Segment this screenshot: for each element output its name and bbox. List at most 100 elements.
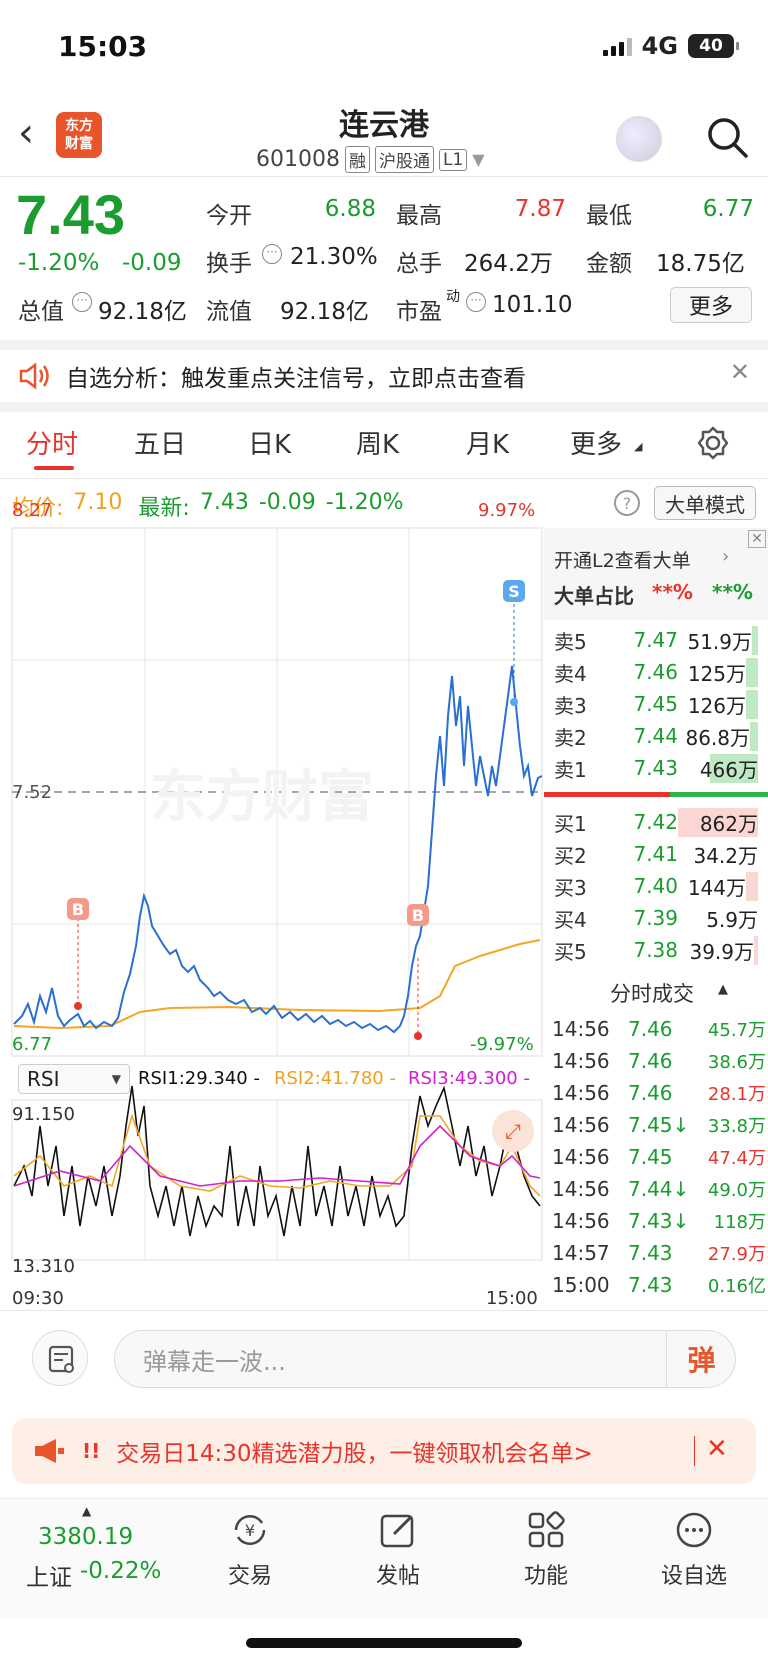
divider [0, 478, 768, 479]
tab-five-day[interactable]: 五日 [134, 424, 186, 461]
close-icon[interactable]: ✕ [748, 530, 766, 548]
stock-subtitle[interactable]: 601008 融 沪股通 L1 ▼ [256, 146, 485, 173]
latest-pct: -1.20% [325, 490, 404, 515]
sell-level-1: 卖1 7.43 466万 [554, 752, 764, 784]
tick-price: 7.43 [628, 1273, 673, 1297]
tick-time: 14:56 [552, 1145, 610, 1169]
low-value: 6.77 [702, 196, 754, 222]
tick-row: 14:56 7.46 28.1万 [552, 1076, 766, 1110]
signal-icon [602, 36, 632, 56]
analysis-alert[interactable]: 自选分析：触发重点关注信号，立即点击查看 [0, 340, 768, 412]
close-icon[interactable]: ✕ [706, 1434, 728, 1464]
index-value[interactable]: 3380.19 [38, 1524, 133, 1550]
change-pct: -1.20% [18, 250, 100, 276]
dropdown-icon[interactable]: ▼ [472, 150, 484, 169]
search-icon[interactable] [704, 114, 750, 160]
tick-row: 14:56 7.45 47.4万 [552, 1140, 766, 1174]
tick-volume: 45.7万 [707, 1020, 766, 1041]
sell-level-2: 卖2 7.44 86.8万 [554, 720, 764, 752]
chart-top-price: 8.27 [12, 500, 53, 521]
latest-value: 7.43 [199, 490, 249, 515]
nav-trade[interactable]: ¥ 交易 [190, 1508, 310, 1590]
tab-weekly-k[interactable]: 周K [356, 424, 399, 461]
tick-volume: 47.4万 [707, 1148, 766, 1169]
l2-open-text[interactable]: 开通L2查看大单 [554, 546, 691, 573]
info-icon[interactable]: ··· [262, 244, 282, 264]
pe-sup: 动 [446, 289, 460, 305]
tag-margin: 融 [344, 146, 370, 173]
close-icon[interactable]: ✕ [730, 358, 750, 386]
nav-functions[interactable]: 功能 [486, 1508, 606, 1590]
chart-mid-price: 7.52 [12, 782, 53, 803]
tab-more[interactable]: 更多 [570, 424, 622, 461]
more-button[interactable]: 更多 [670, 287, 752, 323]
pe-value: 101.10 [492, 292, 573, 318]
tab-intraday[interactable]: 分时 [26, 424, 78, 461]
edit-icon [380, 1514, 414, 1548]
danmu-button[interactable]: 弹 [666, 1330, 736, 1388]
tick-volume: 38.6万 [707, 1052, 766, 1073]
buy-power-bar [544, 792, 670, 797]
sell-level-3: 卖3 7.45 126万 [554, 688, 764, 720]
tick-time: 14:56 [552, 1113, 610, 1137]
nav-watchlist[interactable]: 设自选 [634, 1508, 754, 1590]
more-dots-icon [676, 1512, 712, 1548]
tick-row: 15:00 7.43 0.16亿 [552, 1268, 766, 1302]
ticks-title[interactable]: 分时成交 [610, 978, 694, 1008]
nav-post[interactable]: 发帖 [338, 1508, 458, 1590]
rsi1-value: RSI1:29.340 - [138, 1068, 260, 1089]
sell-marker[interactable]: S [508, 582, 520, 601]
tick-time: 14:56 [552, 1209, 610, 1233]
tick-volume: 33.8万 [707, 1116, 766, 1137]
big-order-mode-button[interactable]: 大单模式 [654, 486, 756, 520]
info-icon[interactable]: ··· [72, 292, 92, 312]
help-icon[interactable]: ? [614, 490, 640, 516]
intraday-chart[interactable]: 东方财富 B B S [0, 526, 548, 1278]
float-label: 流值 [206, 299, 252, 325]
tick-price: 7.43 [628, 1241, 673, 1265]
high-label: 最高 [396, 203, 442, 229]
volume-value: 264.2万 [464, 251, 553, 277]
nav-functions-label: 功能 [523, 1564, 568, 1589]
nav-post-label: 发帖 [375, 1564, 420, 1589]
sell-level-4: 卖4 7.46 125万 [554, 656, 764, 688]
nav-trade-label: 交易 [227, 1564, 272, 1589]
index-name[interactable]: 上证 [26, 1558, 72, 1592]
rsi-select[interactable]: RSI ▼ [18, 1064, 130, 1094]
tick-volume: 118万 [713, 1212, 766, 1233]
tick-row: 14:56 7.46 38.6万 [552, 1044, 766, 1078]
turnover-label: 换手 [206, 251, 252, 277]
tag-connect: 沪股通 [374, 146, 434, 173]
promo-banner[interactable]: !! 交易日14:30精选潜力股，一键领取机会名单> [12, 1418, 756, 1484]
tick-row: 14:56 7.43↓ 118万 [552, 1204, 766, 1238]
chevron-down-icon: ▼ [111, 1072, 121, 1086]
sell-power-bar [670, 792, 768, 797]
tick-time: 15:00 [552, 1273, 610, 1297]
expand-icon[interactable]: ⤢ [492, 1110, 534, 1152]
time-start: 09:30 [12, 1288, 64, 1309]
tick-volume: 49.0万 [707, 1180, 766, 1201]
buy-marker[interactable]: B [412, 906, 424, 925]
rsi-select-label: RSI [27, 1067, 60, 1091]
promo-text: 交易日14:30精选潜力股，一键领取机会名单> [116, 1441, 593, 1467]
tab-monthly-k[interactable]: 月K [466, 424, 509, 461]
volume-label: 总手 [396, 251, 442, 277]
tick-time: 14:56 [552, 1049, 610, 1073]
assistant-avatar-icon[interactable] [616, 116, 662, 162]
amount-label: 金额 [586, 251, 632, 277]
open-value: 6.88 [324, 196, 376, 222]
danmu-input[interactable]: 弹幕走一波... [114, 1330, 736, 1388]
buy-level-1: 买1 7.42 862万 [554, 806, 764, 838]
megaphone-icon [35, 1439, 64, 1463]
index-pct[interactable]: -0.22% [80, 1558, 161, 1584]
tick-volume: 27.9万 [707, 1244, 766, 1265]
tick-price: 7.46 [628, 1017, 673, 1041]
tab-daily-k[interactable]: 日K [248, 424, 291, 461]
buy-level-5: 买5 7.38 39.9万 [554, 934, 764, 966]
buy-marker[interactable]: B [72, 900, 84, 919]
current-price: 7.43 [16, 183, 125, 246]
notes-icon[interactable] [32, 1330, 88, 1386]
info-icon[interactable]: ··· [466, 292, 486, 312]
chart-bot-pct: -9.97% [470, 1034, 534, 1055]
settings-gear-icon[interactable] [696, 426, 730, 460]
